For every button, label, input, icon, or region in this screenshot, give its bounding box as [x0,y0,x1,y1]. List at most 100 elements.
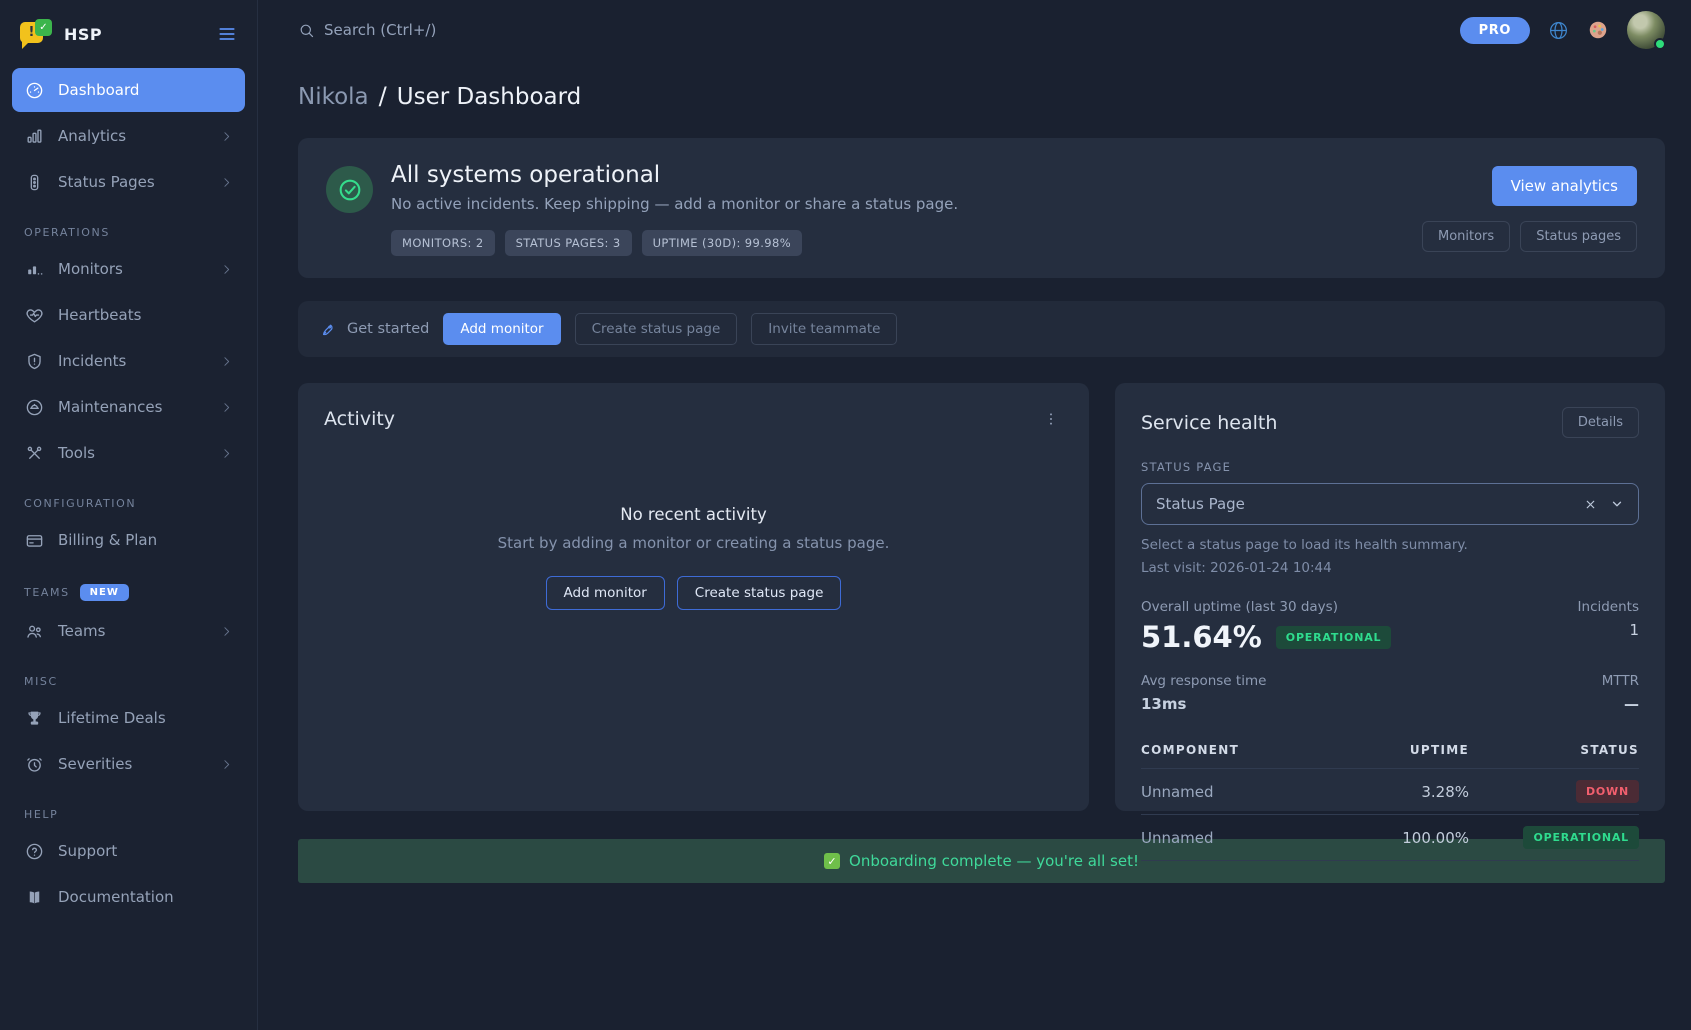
pro-badge[interactable]: PRO [1460,17,1530,44]
sidebar-item-billing[interactable]: Billing & Plan [12,518,245,562]
breadcrumb-separator: / [379,82,387,110]
activity-title: Activity [324,408,395,430]
crossed-tools-icon [24,443,44,463]
activity-card: Activity No recent activity Start by add… [298,383,1089,811]
status-pages-button[interactable]: Status pages [1520,221,1637,252]
table-row[interactable]: Unnamed 3.28% DOWN [1141,769,1639,815]
hero-title: All systems operational [391,162,958,188]
hero-subtitle: No active incidents. Keep shipping — add… [391,195,958,213]
section-label: MISC [24,675,58,688]
add-monitor-button[interactable]: Add monitor [443,313,560,345]
sidebar-item-label: Incidents [58,352,126,370]
check-square-icon: ✓ [824,853,840,869]
create-status-page-button[interactable]: Create status page [575,313,738,345]
palette-icon[interactable] [1587,19,1609,41]
status-page-select-value: Status Page [1156,495,1245,513]
sidebar: ! ✓ HSP Dashboard Analytics Status Pages [0,0,258,1030]
globe-icon[interactable] [1548,20,1569,41]
section-label: TEAMS [24,586,70,599]
chevron-right-icon [220,176,233,189]
clear-selection-icon[interactable] [1584,498,1597,511]
sidebar-item-heartbeats[interactable]: Heartbeats [12,293,245,337]
chevron-right-icon [220,401,233,414]
system-status-card: All systems operational No active incide… [298,138,1665,278]
uptime-header: UPTIME [1299,743,1469,757]
chevron-right-icon [220,758,233,771]
check-badge-icon: ✓ [35,19,52,36]
view-analytics-button[interactable]: View analytics [1492,166,1637,206]
breadcrumb-parent[interactable]: Nikola [298,84,369,110]
app-logo-icon: ! ✓ [20,19,52,49]
empty-state-title: No recent activity [324,505,1063,524]
online-status-dot [1654,38,1666,50]
invite-teammate-button[interactable]: Invite teammate [751,313,897,345]
sidebar-item-support[interactable]: Support [12,829,245,873]
sidebar-item-maintenances[interactable]: Maintenances [12,385,245,429]
sidebar-item-label: Documentation [58,888,174,906]
section-label: HELP [24,808,58,821]
status-pages-count-badge: STATUS PAGES: 3 [505,230,632,256]
hero-actions: View analytics Monitors Status pages [1422,162,1637,256]
sidebar-item-label: Teams [58,622,105,640]
gauge-icon [24,80,44,100]
last-visit-text: Last visit: 2026-01-24 10:44 [1141,560,1639,576]
open-book-icon [24,887,44,907]
component-cell: Unnamed [1141,829,1299,847]
main-area: Search (Ctrl+/) PRO Nikola / User Dashbo… [258,0,1691,1030]
chevron-right-icon [220,625,233,638]
sidebar-item-label: Maintenances [58,398,162,416]
sidebar-item-label: Severities [58,755,132,773]
sidebar-item-documentation[interactable]: Documentation [12,875,245,919]
users-icon [24,621,44,641]
avg-response-value: 13ms [1141,695,1266,713]
incidents-label: Incidents [1578,599,1639,615]
monitors-count-badge: MONITORS: 2 [391,230,495,256]
hamburger-icon[interactable] [217,24,237,44]
sidebar-item-tools[interactable]: Tools [12,431,245,475]
topbar: Search (Ctrl+/) PRO [258,0,1691,60]
logo-row: ! ✓ HSP [12,14,245,54]
get-started-label-group: Get started [320,321,429,338]
select-helper-text: Select a status page to load its health … [1141,537,1639,553]
sidebar-item-teams[interactable]: Teams [12,609,245,653]
search-input[interactable]: Search (Ctrl+/) [298,21,436,39]
sidebar-item-analytics[interactable]: Analytics [12,114,245,158]
service-health-card: Service health Details STATUS PAGE Statu… [1115,383,1665,811]
table-row[interactable]: Unnamed 100.00% OPERATIONAL [1141,815,1639,861]
operational-status-badge: OPERATIONAL [1523,826,1639,849]
chevron-down-icon[interactable] [1610,497,1624,511]
sidebar-item-dashboard[interactable]: Dashboard [12,68,245,112]
sidebar-item-lifetime-deals[interactable]: Lifetime Deals [12,696,245,740]
heart-pulse-icon [24,305,44,325]
sidebar-item-label: Analytics [58,127,126,145]
chevron-right-icon [220,447,233,460]
search-icon [298,22,315,39]
monitors-button[interactable]: Monitors [1422,221,1510,252]
uptime-label: Overall uptime (last 30 days) [1141,599,1391,615]
status-page-field-label: STATUS PAGE [1141,460,1639,474]
content: Nikola / User Dashboard All systems oper… [258,60,1691,883]
chevron-right-icon [220,355,233,368]
user-avatar[interactable] [1627,11,1665,49]
section-label: CONFIGURATION [24,497,136,510]
status-header: STATUS [1469,743,1639,757]
incidents-value: 1 [1578,621,1639,639]
empty-create-status-page-button[interactable]: Create status page [677,576,842,610]
check-circle-icon [326,166,373,213]
sidebar-item-monitors[interactable]: Monitors [12,247,245,291]
sidebar-item-severities[interactable]: Severities [12,742,245,786]
hero-badges: MONITORS: 2 STATUS PAGES: 3 UPTIME (30D)… [391,230,958,256]
empty-add-monitor-button[interactable]: Add monitor [546,576,665,610]
sidebar-item-incidents[interactable]: Incidents [12,339,245,383]
chevron-right-icon [220,130,233,143]
operational-status-badge: OPERATIONAL [1276,626,1392,649]
rocket-icon [320,321,337,338]
sidebar-item-status-pages[interactable]: Status Pages [12,160,245,204]
kebab-menu-icon[interactable] [1039,407,1063,431]
mttr-label: MTTR [1602,673,1639,689]
onboarding-banner-text: Onboarding complete — you're all set! [849,852,1139,870]
uptime-cell: 3.28% [1299,783,1469,801]
details-button[interactable]: Details [1562,407,1639,438]
status-page-select[interactable]: Status Page [1141,483,1639,525]
uptime-value: 51.64% [1141,620,1262,654]
